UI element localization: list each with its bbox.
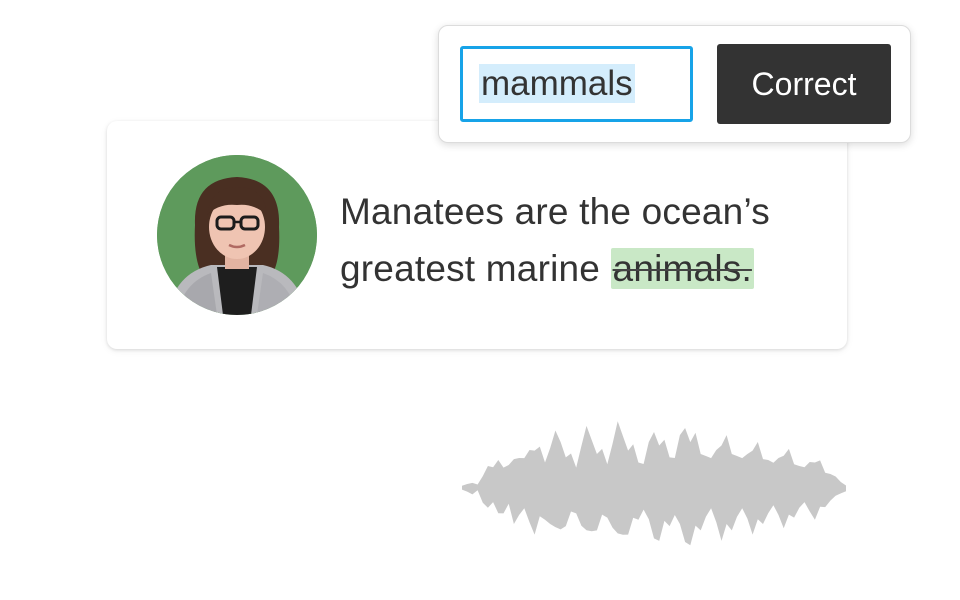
correction-input[interactable]: mammals [460, 46, 693, 122]
transcript-text: Manatees are the ocean’s greatest marine… [340, 183, 820, 297]
waveform-shape [462, 421, 846, 546]
correct-button[interactable]: Correct [717, 44, 891, 124]
transcript-editor: Manatees are the ocean’s greatest marine… [0, 0, 960, 600]
correction-input-value: mammals [479, 64, 635, 103]
correction-popover: mammals Correct [438, 25, 911, 143]
speaker-photo [157, 155, 317, 315]
audio-waveform-icon [462, 421, 846, 546]
edited-word[interactable]: animals. [610, 248, 754, 289]
transcript-card: Manatees are the ocean’s greatest marine… [107, 121, 847, 349]
speaker-avatar [157, 155, 317, 315]
